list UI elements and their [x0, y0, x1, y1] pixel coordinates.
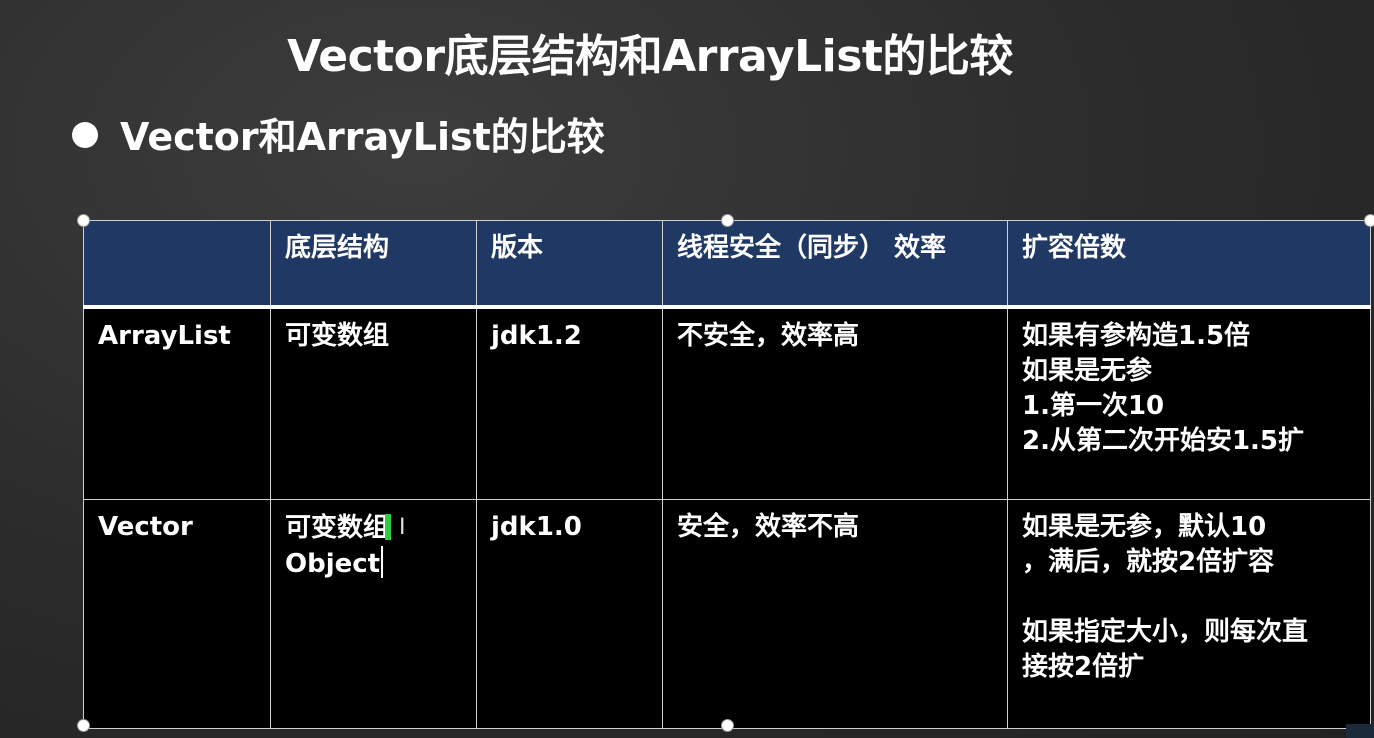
cell-structure[interactable]: 可变数组: [270, 306, 477, 500]
cell-structure-line: Object: [285, 546, 462, 582]
header-cell-version[interactable]: 版本: [476, 220, 663, 309]
cell-safety[interactable]: 安全，效率不高: [662, 499, 1008, 729]
selection-highlight: [385, 514, 392, 540]
bullet-text: Vector和ArrayList的比较: [120, 115, 605, 159]
resize-handle-top-middle[interactable]: [721, 214, 734, 227]
header-cell-structure[interactable]: 底层结构: [270, 220, 477, 309]
table-row-vector: Vector 可变数组 I Object jdk1.0 安全，效率不高 如果是无参…: [83, 499, 1371, 729]
corner-overlay: [1346, 724, 1374, 738]
cell-name[interactable]: ArrayList: [83, 306, 271, 500]
ibeam-cursor-icon: I: [399, 515, 406, 540]
growth-blank-line: [1022, 580, 1356, 615]
cell-version[interactable]: jdk1.2: [476, 306, 663, 500]
cell-structure-editing[interactable]: 可变数组 I Object: [270, 499, 477, 729]
growth-line: ，满后，就按2倍扩容: [1022, 547, 1275, 577]
resize-handle-bottom-left[interactable]: [77, 719, 90, 732]
table-header-row: 底层结构 版本 线程安全（同步） 效率 扩容倍数: [83, 220, 1371, 309]
structure-text: 可变数组: [285, 513, 390, 543]
resize-handle-top-left[interactable]: [77, 214, 90, 227]
structure-text: Object: [285, 549, 381, 579]
text-caret: [381, 546, 384, 578]
table-row-arraylist: ArrayList 可变数组 jdk1.2 不安全，效率高 如果有参构造1.5倍…: [83, 306, 1371, 500]
cell-name[interactable]: Vector: [83, 499, 271, 729]
comparison-table-frame[interactable]: 底层结构 版本 线程安全（同步） 效率 扩容倍数 ArrayList 可变数组 …: [83, 220, 1371, 729]
bullet-dot-icon: [72, 121, 98, 148]
cell-growth[interactable]: 如果有参构造1.5倍 如果是无参 1.第一次10 2.从第二次开始安1.5扩: [1007, 306, 1371, 500]
cell-structure-line: 可变数组: [285, 321, 390, 351]
growth-line: 如果是无参，默认10: [1022, 512, 1267, 542]
growth-line: 1.第一次10: [1022, 391, 1165, 421]
header-cell-thread-safety[interactable]: 线程安全（同步） 效率: [662, 220, 1008, 309]
growth-line: 如果是无参: [1022, 356, 1153, 386]
resize-handle-top-right[interactable]: [1364, 214, 1374, 227]
header-cell-empty[interactable]: [83, 220, 271, 309]
cell-safety[interactable]: 不安全，效率高: [662, 306, 1008, 500]
cell-version[interactable]: jdk1.0: [476, 499, 663, 729]
slide-title: Vector底层结构和ArrayList的比较: [287, 31, 1013, 82]
growth-line: 如果指定大小，则每次直: [1022, 617, 1309, 647]
header-cell-growth[interactable]: 扩容倍数: [1007, 220, 1371, 309]
cell-structure-line: 可变数组 I: [285, 510, 462, 546]
comparison-table[interactable]: 底层结构 版本 线程安全（同步） 效率 扩容倍数 ArrayList 可变数组 …: [83, 220, 1371, 729]
growth-line: 如果有参构造1.5倍: [1022, 321, 1251, 351]
cell-growth[interactable]: 如果是无参，默认10 ，满后，就按2倍扩容 如果指定大小，则每次直 接按2倍扩: [1007, 499, 1371, 729]
growth-line: 接按2倍扩: [1022, 652, 1145, 682]
bullet-heading: Vector和ArrayList的比较: [72, 106, 605, 161]
growth-line: 2.从第二次开始安1.5扩: [1022, 426, 1305, 456]
resize-handle-bottom-middle[interactable]: [721, 719, 734, 732]
